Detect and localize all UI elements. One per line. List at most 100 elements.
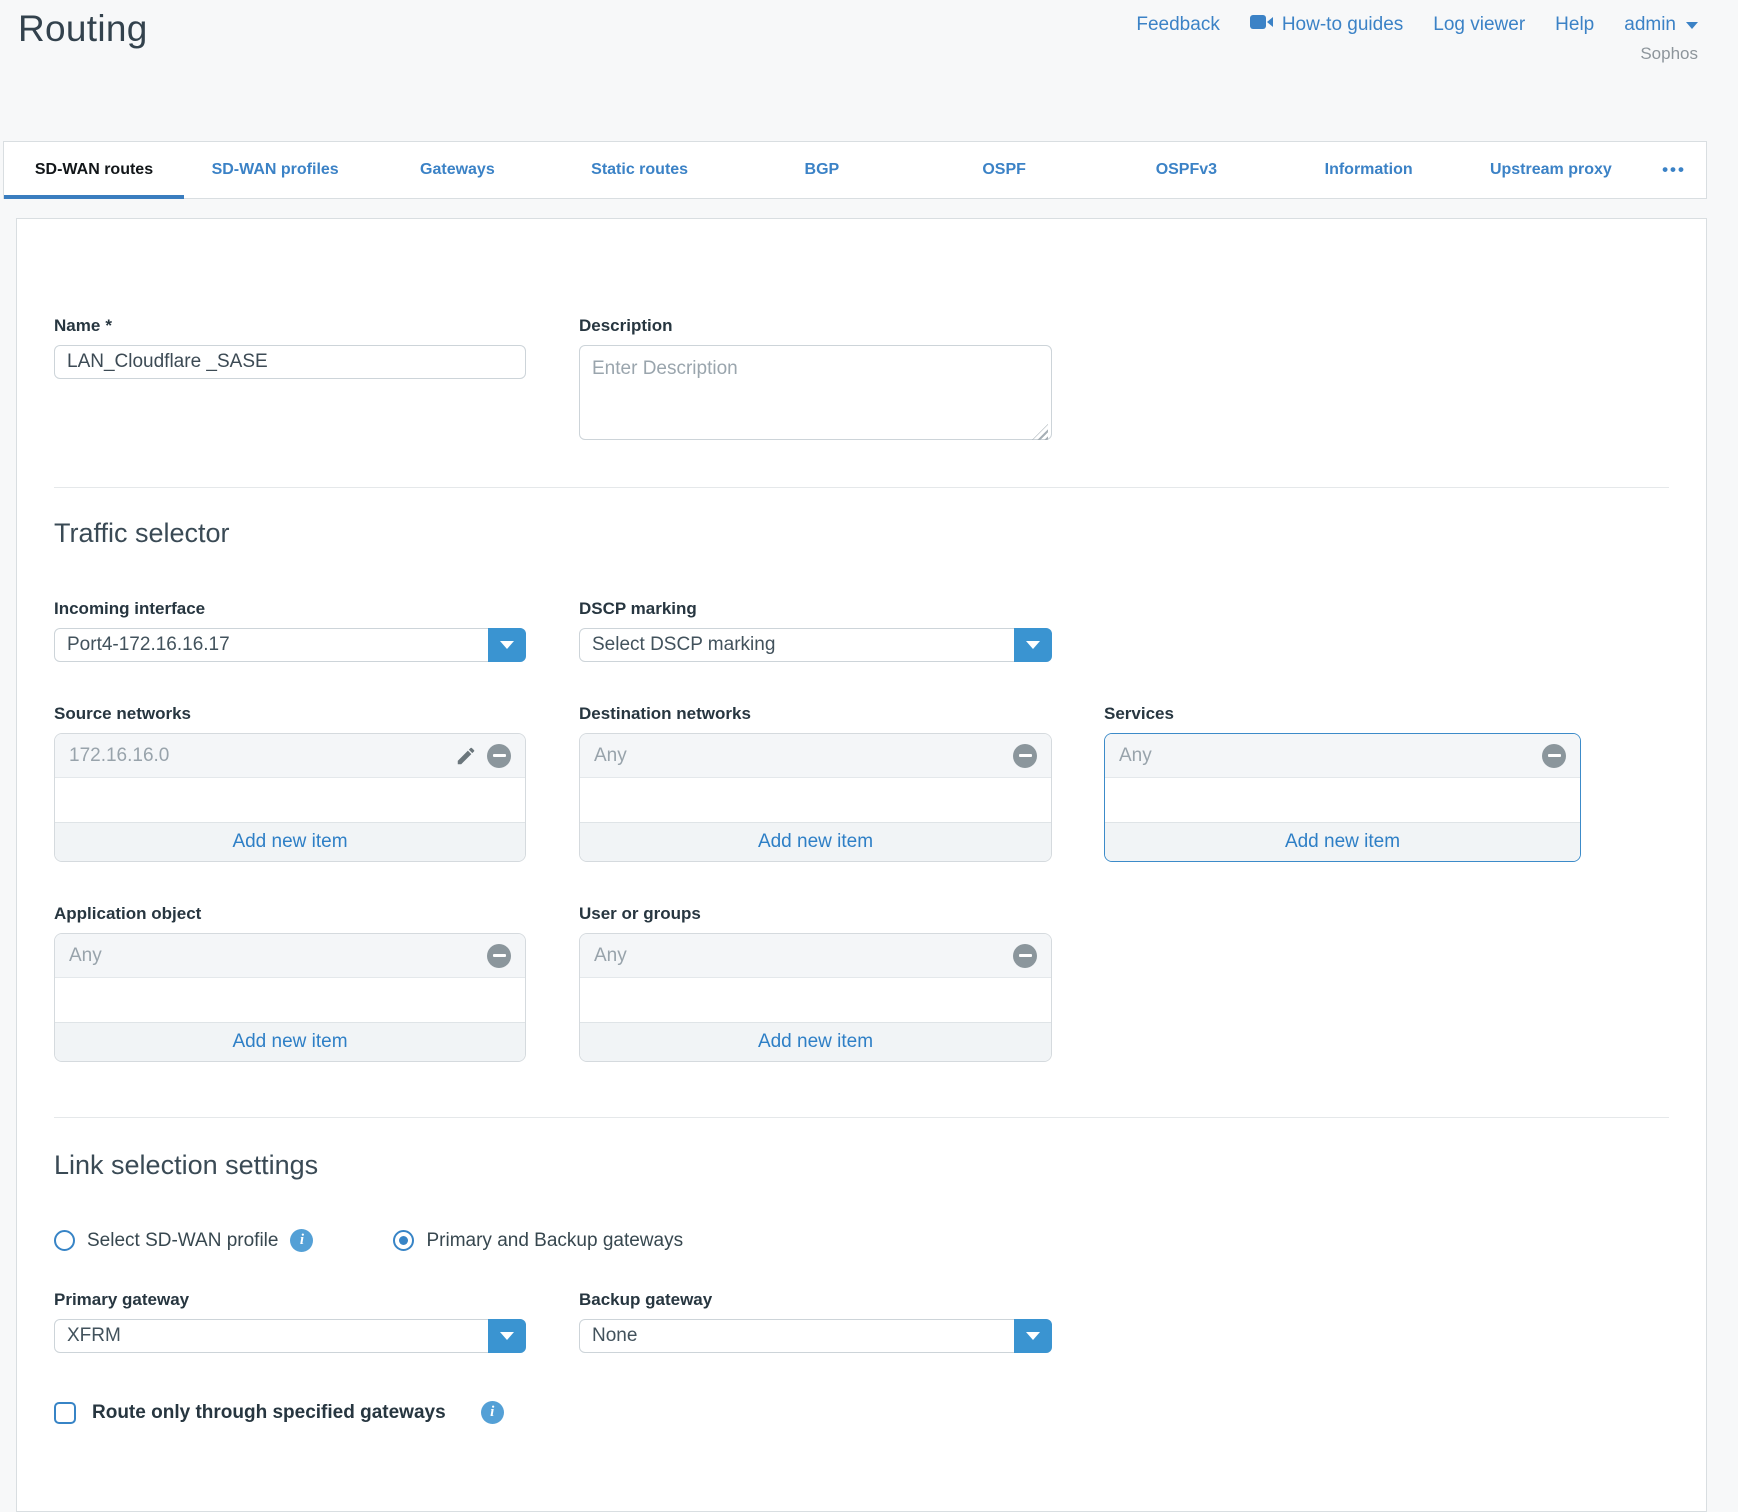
backup-gateway-select[interactable]: None [579,1319,1052,1353]
dropdown-arrow-icon [500,641,514,649]
tab-label: Information [1325,161,1413,179]
source-networks-add-button[interactable]: Add new item [55,822,525,861]
radio-primary-backup-gateways[interactable]: Primary and Backup gateways [393,1230,683,1252]
services-add-button[interactable]: Add new item [1105,822,1580,861]
ellipsis-icon: ••• [1662,160,1686,180]
list-item-value: Any [69,945,102,967]
tab-label: OSPF [982,161,1026,179]
dropdown-arrow-icon [500,1332,514,1340]
dscp-marking-value: Select DSCP marking [592,634,775,656]
section-divider [54,1117,1669,1118]
application-object-label: Application object [54,904,526,924]
tab-information[interactable]: Information [1278,142,1460,198]
backup-gateway-value: None [592,1325,637,1347]
tab-sdwan-profiles[interactable]: SD-WAN profiles [184,142,366,198]
required-asterisk: * [105,316,112,336]
add-new-item-label: Add new item [232,1031,347,1053]
minus-bar [493,754,506,758]
incoming-interface-select[interactable]: Port4-172.16.16.17 [54,628,526,662]
destination-networks-add-button[interactable]: Add new item [580,822,1051,861]
description-textarea[interactable] [579,345,1052,440]
user-or-groups-listbox: Any Add new item [579,933,1052,1062]
list-item: Any [1105,734,1580,778]
tab-ospf[interactable]: OSPF [913,142,1095,198]
primary-gateway-select[interactable]: XFRM [54,1319,526,1353]
info-icon[interactable]: i [290,1229,313,1252]
add-new-item-label: Add new item [758,1031,873,1053]
howto-guides-label: How-to guides [1282,14,1403,36]
add-new-item-label: Add new item [1285,831,1400,853]
minus-bar [1019,754,1032,758]
tab-ospfv3[interactable]: OSPFv3 [1095,142,1277,198]
dropdown-button[interactable] [488,628,526,662]
active-tab-underline [4,195,184,199]
edit-pencil-icon[interactable] [455,745,477,767]
minus-bar [493,954,506,958]
admin-menu[interactable]: admin [1624,14,1698,36]
tab-sdwan-routes[interactable]: SD-WAN routes [4,142,184,198]
tab-label: SD-WAN routes [35,161,153,179]
more-tabs-button[interactable]: ••• [1642,142,1706,198]
radio-dot [399,1236,408,1245]
remove-item-icon[interactable] [487,744,511,768]
tab-label: SD-WAN profiles [212,161,339,179]
header-utility-area: Feedback How-to guides Log viewer Help a… [1136,14,1698,64]
application-object-add-button[interactable]: Add new item [55,1022,525,1061]
dropdown-arrow-icon [1026,1332,1040,1340]
listbox-empty-area [1105,778,1580,822]
tab-bgp[interactable]: BGP [731,142,913,198]
log-viewer-link[interactable]: Log viewer [1433,14,1525,36]
minus-bar [1019,954,1032,958]
user-or-groups-add-button[interactable]: Add new item [580,1022,1051,1061]
services-listbox: Any Add new item [1104,733,1581,862]
remove-item-icon[interactable] [1542,744,1566,768]
help-link[interactable]: Help [1555,14,1594,36]
listbox-empty-area [55,978,525,1022]
feedback-link[interactable]: Feedback [1136,14,1219,36]
remove-item-icon[interactable] [1013,944,1037,968]
listbox-empty-area [580,978,1051,1022]
dscp-marking-select[interactable]: Select DSCP marking [579,628,1052,662]
tab-label: Gateways [420,161,495,179]
add-new-item-label: Add new item [758,831,873,853]
dscp-marking-label: DSCP marking [579,599,1052,619]
source-networks-label-text: Source networks [54,704,191,724]
info-icon[interactable]: i [481,1401,504,1424]
radio-label: Primary and Backup gateways [426,1230,683,1252]
list-item: 172.16.16.0 [55,734,525,778]
primary-gateway-label-text: Primary gateway [54,1290,189,1310]
destination-networks-label: Destination networks [579,704,1052,724]
dropdown-button[interactable] [1014,1319,1052,1353]
radio-button-unselected[interactable] [54,1230,75,1251]
incoming-interface-label-text: Incoming interface [54,599,205,619]
primary-gateway-value: XFRM [67,1325,121,1347]
radio-button-selected[interactable] [393,1230,414,1251]
services-label-text: Services [1104,704,1174,724]
description-label-text: Description [579,316,673,336]
remove-item-icon[interactable] [1013,744,1037,768]
tab-gateways[interactable]: Gateways [366,142,548,198]
radio-select-sdwan-profile[interactable]: Select SD-WAN profile i [54,1229,313,1252]
remove-item-icon[interactable] [487,944,511,968]
page-title: Routing [18,8,148,50]
route-only-checkbox[interactable] [54,1402,76,1424]
info-glyph: i [300,1232,304,1249]
primary-gateway-label: Primary gateway [54,1290,526,1310]
listbox-empty-area [580,778,1051,822]
tab-static-routes[interactable]: Static routes [549,142,731,198]
dropdown-button[interactable] [488,1319,526,1353]
section-divider [54,487,1669,488]
tab-upstream-proxy[interactable]: Upstream proxy [1460,142,1642,198]
traffic-selector-title: Traffic selector [54,518,1669,549]
name-input[interactable] [54,345,526,379]
tab-label: OSPFv3 [1156,161,1217,179]
dropdown-button[interactable] [1014,628,1052,662]
howto-guides-link[interactable]: How-to guides [1250,14,1403,36]
list-item: Any [580,734,1051,778]
name-label: Name * [54,316,526,336]
application-object-listbox: Any Add new item [54,933,526,1062]
application-object-label-text: Application object [54,904,201,924]
add-new-item-label: Add new item [232,831,347,853]
tab-label: Static routes [591,161,688,179]
list-item-value: Any [594,745,627,767]
